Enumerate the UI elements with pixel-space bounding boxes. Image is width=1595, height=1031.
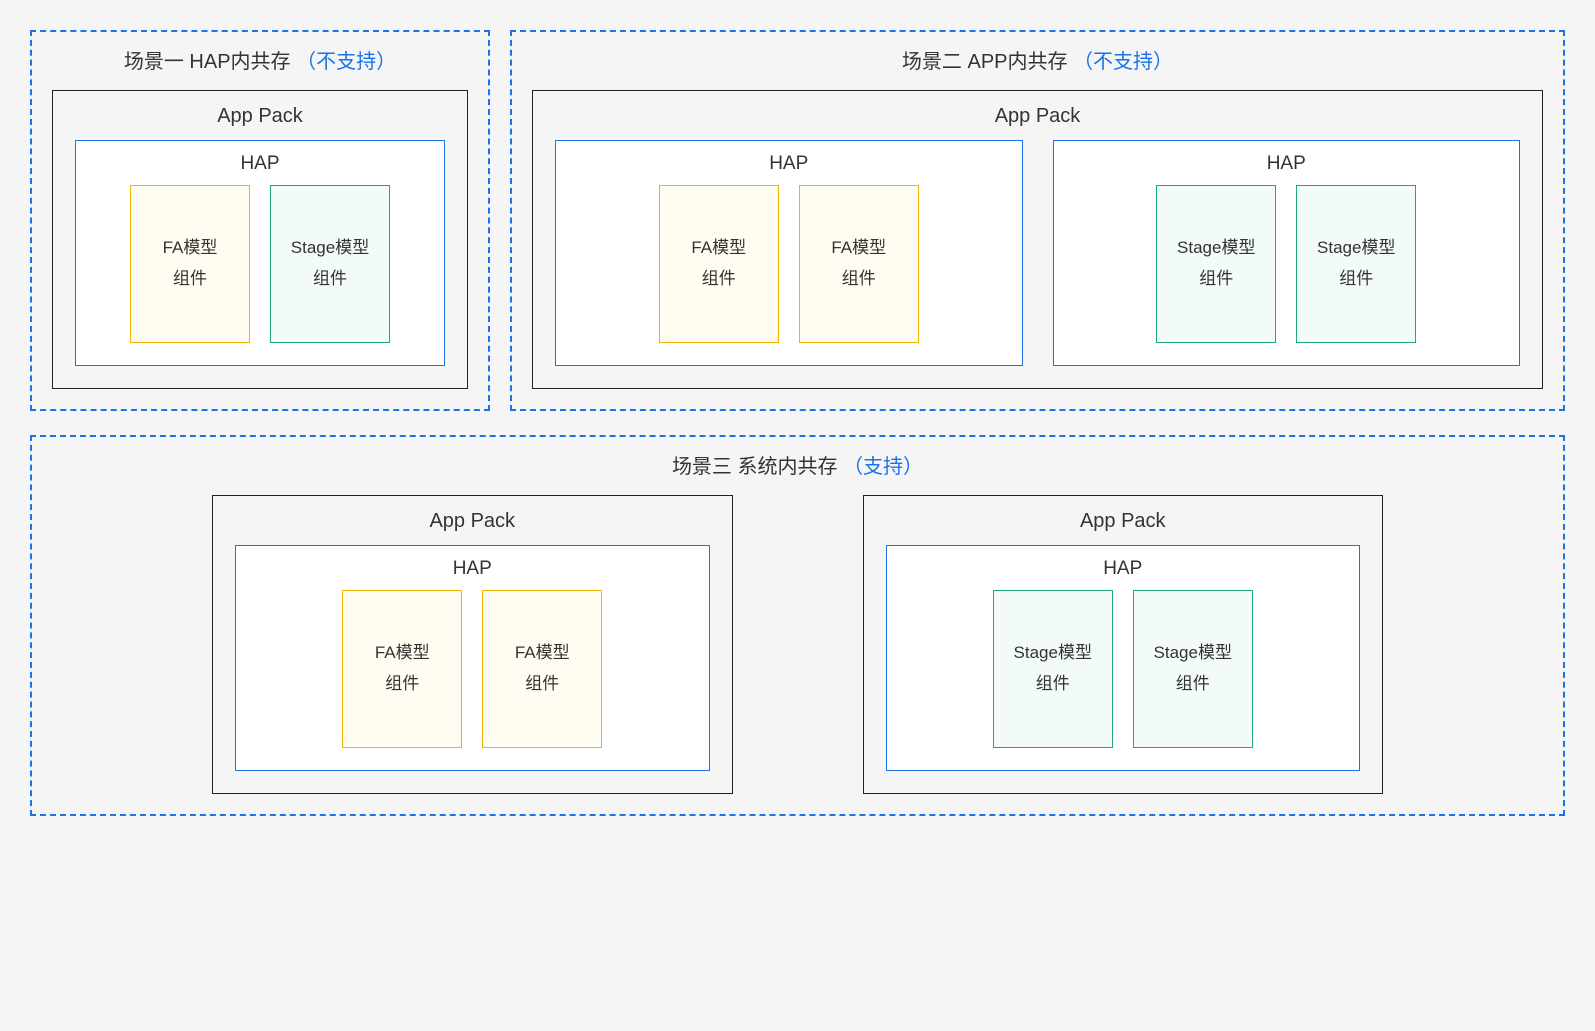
app-pack-label: App Pack — [533, 91, 1542, 140]
app-pack-label: App Pack — [864, 496, 1383, 545]
app-pack: App Pack HAP FA模型 组件 Stage模型 — [52, 90, 468, 389]
hap: HAP FA模型 组件 Stage模型 组件 — [75, 140, 445, 366]
component-line2: 组件 — [173, 264, 207, 295]
haps-row: HAP FA模型 组件 FA模型 组件 — [213, 545, 732, 771]
scenario-3-title-prefix: 场景三 系统内共存 — [672, 456, 838, 478]
scenario-2-title: 场景二 APP内共存 （不支持） — [532, 48, 1543, 76]
component-line2: 组件 — [313, 264, 347, 295]
scenario-2-title-note: （不支持） — [1073, 51, 1173, 73]
component-line2: 组件 — [1036, 669, 1070, 700]
app-pack-label: App Pack — [53, 91, 467, 140]
component-line2: 组件 — [842, 264, 876, 295]
fa-model-component: FA模型 组件 — [342, 590, 462, 748]
component-line1: Stage模型 — [291, 233, 369, 264]
haps-row: HAP Stage模型 组件 Stage模型 组件 — [864, 545, 1383, 771]
scenario-3-packs: App Pack HAP FA模型 组件 FA模型 组件 — [52, 495, 1543, 794]
scenario-1-title-prefix: 场景一 HAP内共存 — [124, 51, 291, 73]
component-line2: 组件 — [525, 669, 559, 700]
hap: HAP FA模型 组件 FA模型 组件 — [235, 545, 710, 771]
scenario-3: 场景三 系统内共存 （支持） App Pack HAP FA模型 组件 — [30, 435, 1565, 816]
components-row: FA模型 组件 Stage模型 组件 — [76, 185, 444, 343]
scenario-1-packs: App Pack HAP FA模型 组件 Stage模型 — [52, 90, 468, 389]
scenario-3-title-note: （支持） — [843, 456, 923, 478]
hap-label: HAP — [1054, 141, 1520, 185]
component-line1: FA模型 — [691, 233, 746, 264]
component-line1: FA模型 — [163, 233, 218, 264]
component-line2: 组件 — [702, 264, 736, 295]
component-line1: Stage模型 — [1154, 638, 1232, 669]
app-pack: App Pack HAP Stage模型 组件 Stage模型 组件 — [863, 495, 1384, 794]
scenario-3-title: 场景三 系统内共存 （支持） — [52, 453, 1543, 481]
haps-row: HAP FA模型 组件 FA模型 组件 — [533, 140, 1542, 366]
stage-model-component: Stage模型 组件 — [1296, 185, 1416, 343]
fa-model-component: FA模型 组件 — [799, 185, 919, 343]
component-line2: 组件 — [1339, 264, 1373, 295]
diagram-canvas: 场景一 HAP内共存 （不支持） App Pack HAP FA模型 组件 — [30, 30, 1565, 816]
stage-model-component: Stage模型 组件 — [993, 590, 1113, 748]
scenario-2-title-prefix: 场景二 APP内共存 — [902, 51, 1068, 73]
haps-row: HAP FA模型 组件 Stage模型 组件 — [53, 140, 467, 366]
fa-model-component: FA模型 组件 — [130, 185, 250, 343]
component-line1: Stage模型 — [1317, 233, 1395, 264]
components-row: Stage模型 组件 Stage模型 组件 — [1054, 185, 1520, 343]
stage-model-component: Stage模型 组件 — [270, 185, 390, 343]
scenario-1-title: 场景一 HAP内共存 （不支持） — [52, 48, 468, 76]
hap-label: HAP — [556, 141, 1022, 185]
scenario-2-packs: App Pack HAP FA模型 组件 FA模型 — [532, 90, 1543, 389]
component-line1: Stage模型 — [1177, 233, 1255, 264]
component-line1: Stage模型 — [1014, 638, 1092, 669]
hap: HAP Stage模型 组件 Stage模型 组件 — [1053, 140, 1521, 366]
app-pack: App Pack HAP FA模型 组件 FA模型 — [532, 90, 1543, 389]
scenario-1-title-note: （不支持） — [296, 51, 396, 73]
component-line2: 组件 — [385, 669, 419, 700]
app-pack: App Pack HAP FA模型 组件 FA模型 组件 — [212, 495, 733, 794]
top-row: 场景一 HAP内共存 （不支持） App Pack HAP FA模型 组件 — [30, 30, 1565, 411]
component-line2: 组件 — [1199, 264, 1233, 295]
scenario-2: 场景二 APP内共存 （不支持） App Pack HAP FA模型 组件 — [510, 30, 1565, 411]
fa-model-component: FA模型 组件 — [482, 590, 602, 748]
app-pack-label: App Pack — [213, 496, 732, 545]
hap: HAP Stage模型 组件 Stage模型 组件 — [886, 545, 1361, 771]
component-line1: FA模型 — [831, 233, 886, 264]
components-row: FA模型 组件 FA模型 组件 — [236, 590, 709, 748]
components-row: FA模型 组件 FA模型 组件 — [556, 185, 1022, 343]
hap-label: HAP — [887, 546, 1360, 590]
scenario-1: 场景一 HAP内共存 （不支持） App Pack HAP FA模型 组件 — [30, 30, 490, 411]
hap: HAP FA模型 组件 FA模型 组件 — [555, 140, 1023, 366]
component-line1: FA模型 — [375, 638, 430, 669]
stage-model-component: Stage模型 组件 — [1133, 590, 1253, 748]
hap-label: HAP — [236, 546, 709, 590]
component-line2: 组件 — [1176, 669, 1210, 700]
fa-model-component: FA模型 组件 — [659, 185, 779, 343]
hap-label: HAP — [76, 141, 444, 185]
stage-model-component: Stage模型 组件 — [1156, 185, 1276, 343]
component-line1: FA模型 — [515, 638, 570, 669]
components-row: Stage模型 组件 Stage模型 组件 — [887, 590, 1360, 748]
